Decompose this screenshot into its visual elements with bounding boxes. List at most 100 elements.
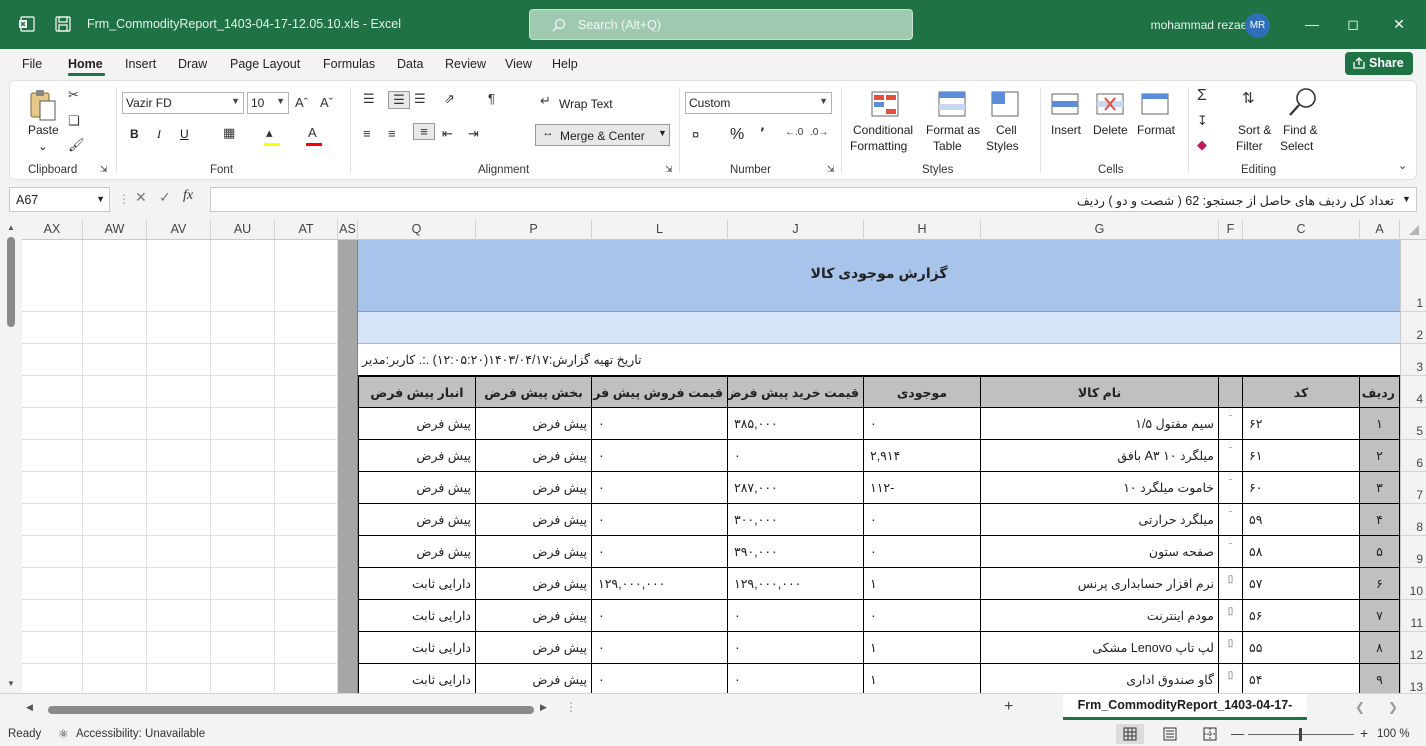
comma-style-icon[interactable]: ٬ [760, 125, 765, 141]
minimize-icon[interactable]: — [1304, 16, 1320, 32]
table-header-cell[interactable]: نام کالا [981, 376, 1219, 408]
table-cell[interactable]: پیش فرض [476, 664, 592, 693]
table-cell[interactable]: ۱ [864, 632, 981, 664]
cell-styles-icon[interactable] [990, 89, 1020, 119]
table-cell[interactable]: ۰ [592, 664, 728, 693]
page-layout-view-icon[interactable] [1163, 727, 1177, 741]
table-cell[interactable]: ۲,۹۱۴ [864, 440, 981, 472]
table-cell[interactable]: خاموت میلگرد ۱۰ [981, 472, 1219, 504]
scroll-right-icon[interactable]: ▶ [540, 702, 547, 713]
table-cell[interactable]: ۰ [864, 536, 981, 568]
table-cell[interactable]: ▯ [1219, 632, 1243, 664]
table-cell[interactable]: پیش فرض [476, 408, 592, 440]
table-cell[interactable]: ۶ [1360, 568, 1400, 600]
table-cell[interactable]: ¨ [1219, 504, 1243, 536]
table-cell[interactable]: ۰ [592, 472, 728, 504]
insert-cells-icon[interactable] [1050, 89, 1080, 119]
zoom-slider-thumb[interactable] [1299, 728, 1302, 741]
number-launcher-icon[interactable]: ⇲ [827, 164, 835, 175]
table-cell[interactable]: گاو صندوق اداری [981, 664, 1219, 693]
horizontal-scroll-thumb[interactable] [48, 706, 534, 714]
table-cell[interactable]: ۰ [592, 408, 728, 440]
row-header[interactable]: 13 [1401, 664, 1426, 693]
formula-input[interactable]: تعداد کل ردیف های حاصل از جستجو: 62 ( شص… [210, 187, 1417, 212]
table-cell[interactable]: ۵۷ [1243, 568, 1360, 600]
table-cell[interactable]: دارایی ثابت [358, 600, 476, 632]
table-cell[interactable]: ۳۰۰,۰۰۰ [728, 504, 864, 536]
column-header[interactable]: A [1360, 219, 1400, 240]
column-header[interactable]: AX [22, 219, 83, 240]
clipboard-launcher-icon[interactable]: ⇲ [100, 164, 108, 175]
cell-label[interactable]: Cell [996, 123, 1017, 137]
report-title[interactable]: گزارش موجودی کالا [358, 240, 1400, 312]
autosum-icon[interactable]: Σ [1197, 87, 1207, 105]
cell-styles-label[interactable]: Styles [986, 139, 1019, 153]
enter-icon[interactable]: ✓ [159, 189, 171, 206]
table-cell[interactable]: ۵۹ [1243, 504, 1360, 536]
table-cell[interactable]: پیش فرض [358, 472, 476, 504]
table-cell[interactable]: ¨ [1219, 440, 1243, 472]
column-header[interactable]: C [1243, 219, 1360, 240]
table-cell[interactable]: ۰ [728, 632, 864, 664]
italic-button[interactable]: I [157, 127, 161, 142]
row-header[interactable]: 7 [1401, 472, 1426, 504]
font-color-icon[interactable]: A [308, 125, 317, 140]
table-cell[interactable]: ۵ [1360, 536, 1400, 568]
menu-data[interactable]: Data [397, 57, 423, 71]
vertical-scrollbar[interactable]: ▲ ▼ [0, 219, 22, 693]
table-cell[interactable]: ۳۹۰,۰۰۰ [728, 536, 864, 568]
currency-icon[interactable]: ¤ [692, 127, 699, 142]
table-cell[interactable]: -۱۱۲ [864, 472, 981, 504]
table-header-cell[interactable]: قیمت فروش پیش فرض [592, 376, 728, 408]
menu-home[interactable]: Home [68, 57, 103, 71]
search-input[interactable]: Search (Alt+Q) [529, 9, 913, 40]
column-header[interactable]: F [1219, 219, 1243, 240]
menu-page-layout[interactable]: Page Layout [230, 57, 300, 71]
decrease-indent-icon[interactable]: ⇤ [442, 126, 453, 142]
align-top-icon[interactable]: ☰ [363, 91, 375, 107]
table-cell[interactable]: ۳۸۵,۰۰۰ [728, 408, 864, 440]
format-as-table-icon[interactable] [937, 89, 967, 119]
sheet-tab[interactable]: Frm_CommodityReport_1403-04-17- [1063, 694, 1307, 720]
table-header-cell[interactable]: بخش پیش فرض [476, 376, 592, 408]
align-left-icon[interactable]: ≡ [363, 126, 371, 141]
table-cell[interactable]: پیش فرض [358, 440, 476, 472]
table-cell[interactable]: پیش فرض [476, 536, 592, 568]
align-middle-icon[interactable]: ☰ [388, 91, 410, 109]
zoom-level[interactable]: 100 % [1377, 728, 1410, 740]
scroll-up-icon[interactable]: ▲ [7, 223, 15, 232]
table-cell[interactable]: صفحه ستون [981, 536, 1219, 568]
table-cell[interactable]: ۵۴ [1243, 664, 1360, 693]
next-sheet-icon[interactable]: ❯ [1388, 700, 1398, 714]
cancel-icon[interactable]: ✕ [135, 189, 147, 206]
table-cell[interactable]: ۰ [728, 664, 864, 693]
table-cell[interactable]: ۰ [864, 600, 981, 632]
row-header[interactable]: 4 [1401, 376, 1426, 408]
column-header[interactable]: J [728, 219, 864, 240]
decrease-font-icon[interactable]: Aˇ [320, 95, 333, 110]
find-label[interactable]: Find & [1283, 123, 1318, 137]
column-header[interactable]: AT [275, 219, 338, 240]
delete-cells-icon[interactable] [1095, 89, 1125, 119]
row-header[interactable]: 5 [1401, 408, 1426, 440]
column-header[interactable]: H [864, 219, 981, 240]
menu-file[interactable]: File [22, 57, 42, 71]
share-button[interactable]: Share [1345, 52, 1413, 75]
add-sheet-icon[interactable]: + [1004, 698, 1013, 716]
borders-icon[interactable]: ▦ [223, 125, 235, 141]
cut-icon[interactable]: ✂ [68, 87, 79, 103]
table-cell[interactable]: ۴ [1360, 504, 1400, 536]
select-all-corner[interactable] [1400, 219, 1426, 240]
expand-formula-icon[interactable]: ▼ [1402, 194, 1411, 204]
format-cells-icon[interactable] [1140, 89, 1170, 119]
table-cell[interactable]: ▯ [1219, 568, 1243, 600]
font-size-combo[interactable]: 10 ▼ [247, 92, 289, 114]
table-cell[interactable]: ¨ [1219, 536, 1243, 568]
table-cell[interactable]: پیش فرض [476, 472, 592, 504]
row-header[interactable]: 1 [1401, 240, 1426, 312]
table-cell[interactable]: پیش فرض [358, 504, 476, 536]
column-header[interactable]: Q [358, 219, 476, 240]
table-cell[interactable]: ۱۲۹,۰۰۰,۰۰۰ [592, 568, 728, 600]
menu-help[interactable]: Help [552, 57, 578, 71]
table-cell[interactable]: پیش فرض [476, 568, 592, 600]
